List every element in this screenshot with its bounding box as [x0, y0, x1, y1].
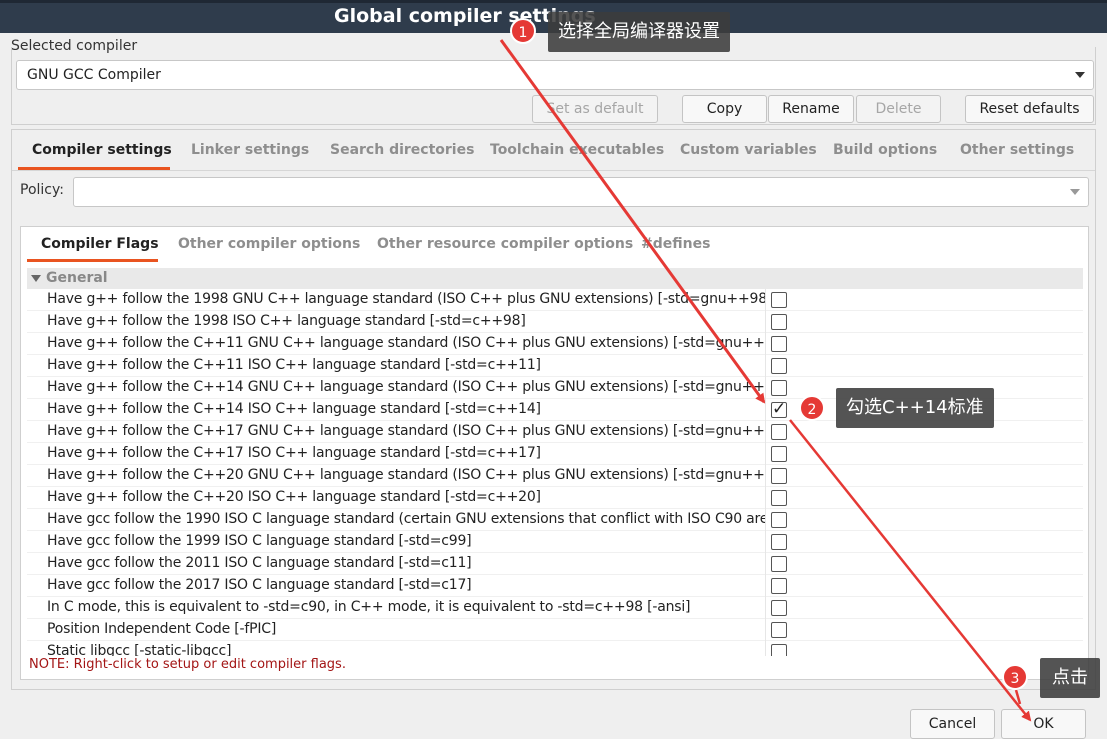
- arrow-to-checkbox: [499, 39, 766, 404]
- annotation-callout-2: 勾选C++14标准: [836, 388, 994, 428]
- annotation-arrows: [499, 39, 1032, 722]
- annotation-callout-3: 点击: [1040, 658, 1100, 698]
- arrow-to-ok: [789, 419, 1032, 722]
- annotation-badge-1: 1: [510, 18, 536, 44]
- annotation-badge-2: 2: [799, 395, 825, 421]
- annotation-badge-3: 3: [1002, 664, 1028, 690]
- annotation-callout-1: 选择全局编译器设置: [548, 12, 730, 52]
